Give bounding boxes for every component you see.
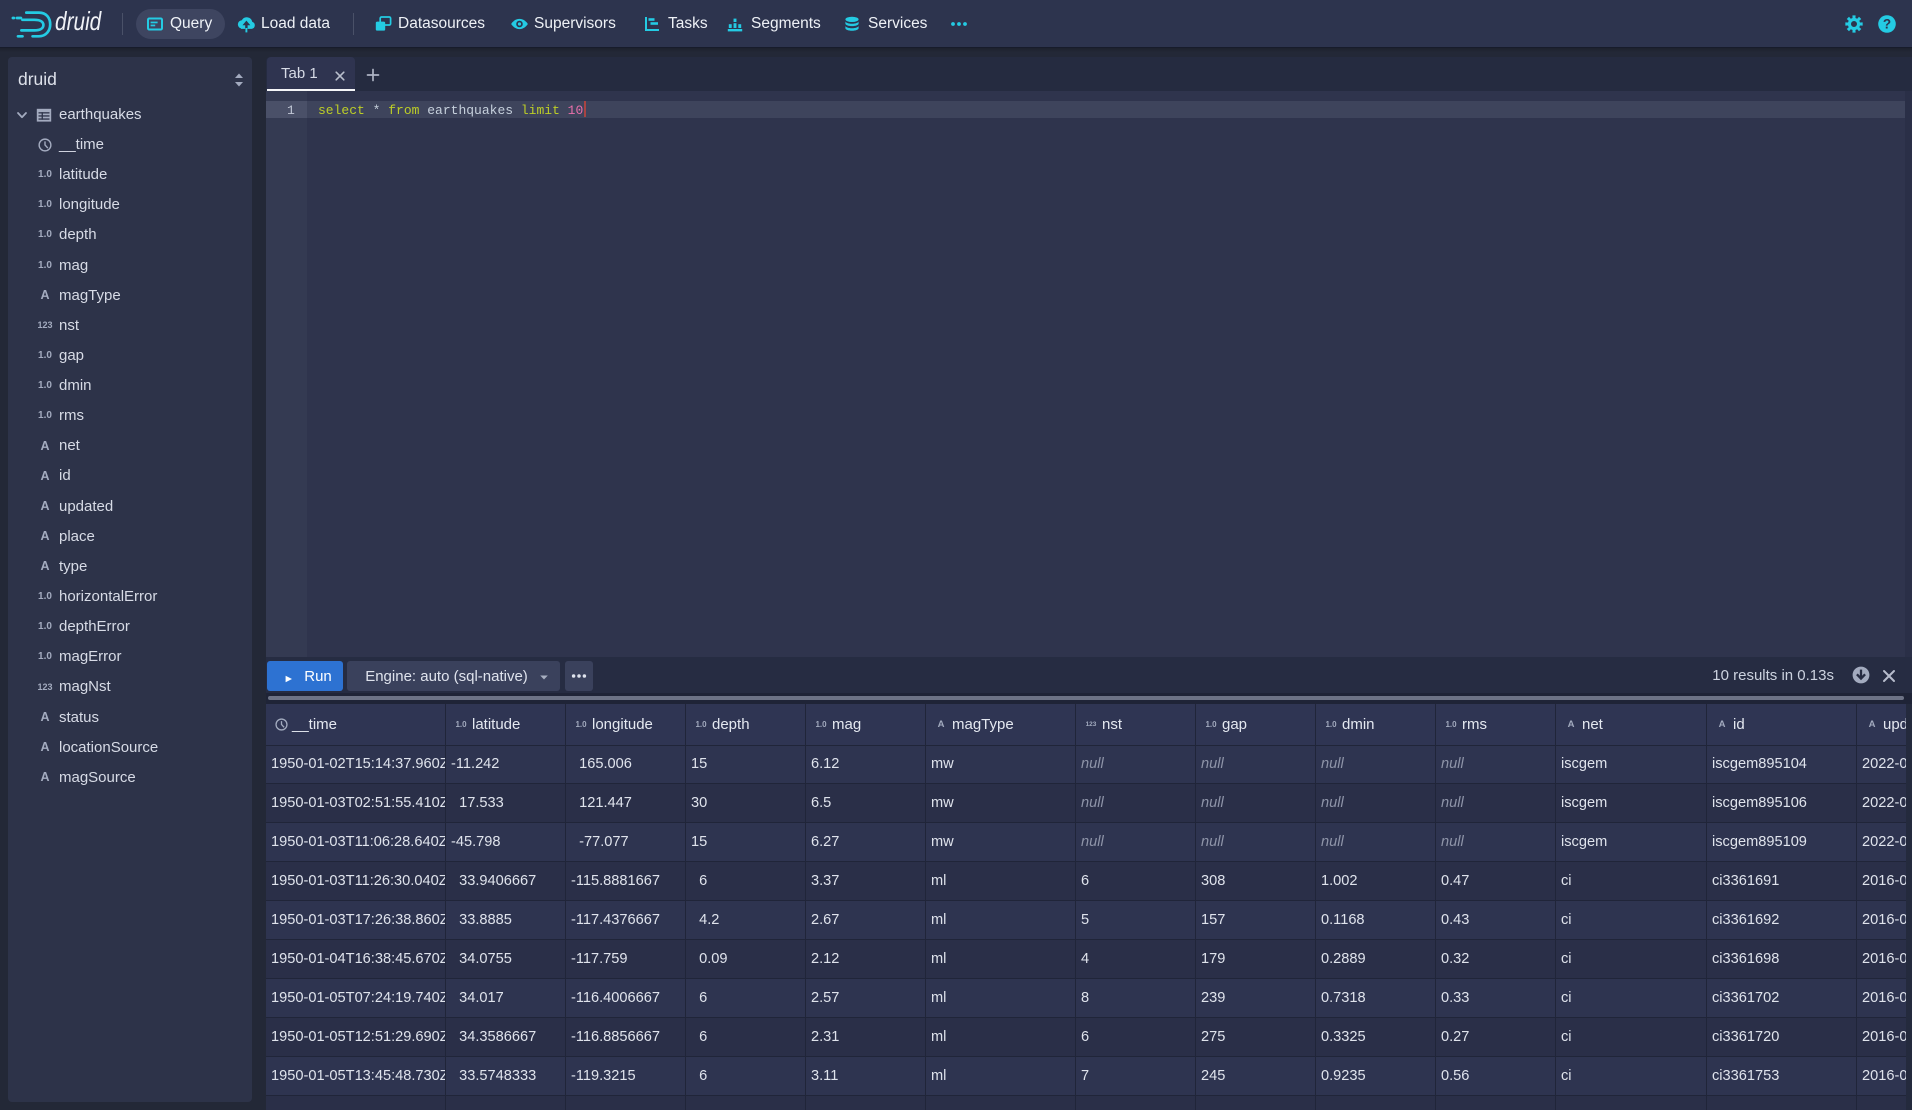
svg-text:?: ? <box>1883 17 1891 32</box>
